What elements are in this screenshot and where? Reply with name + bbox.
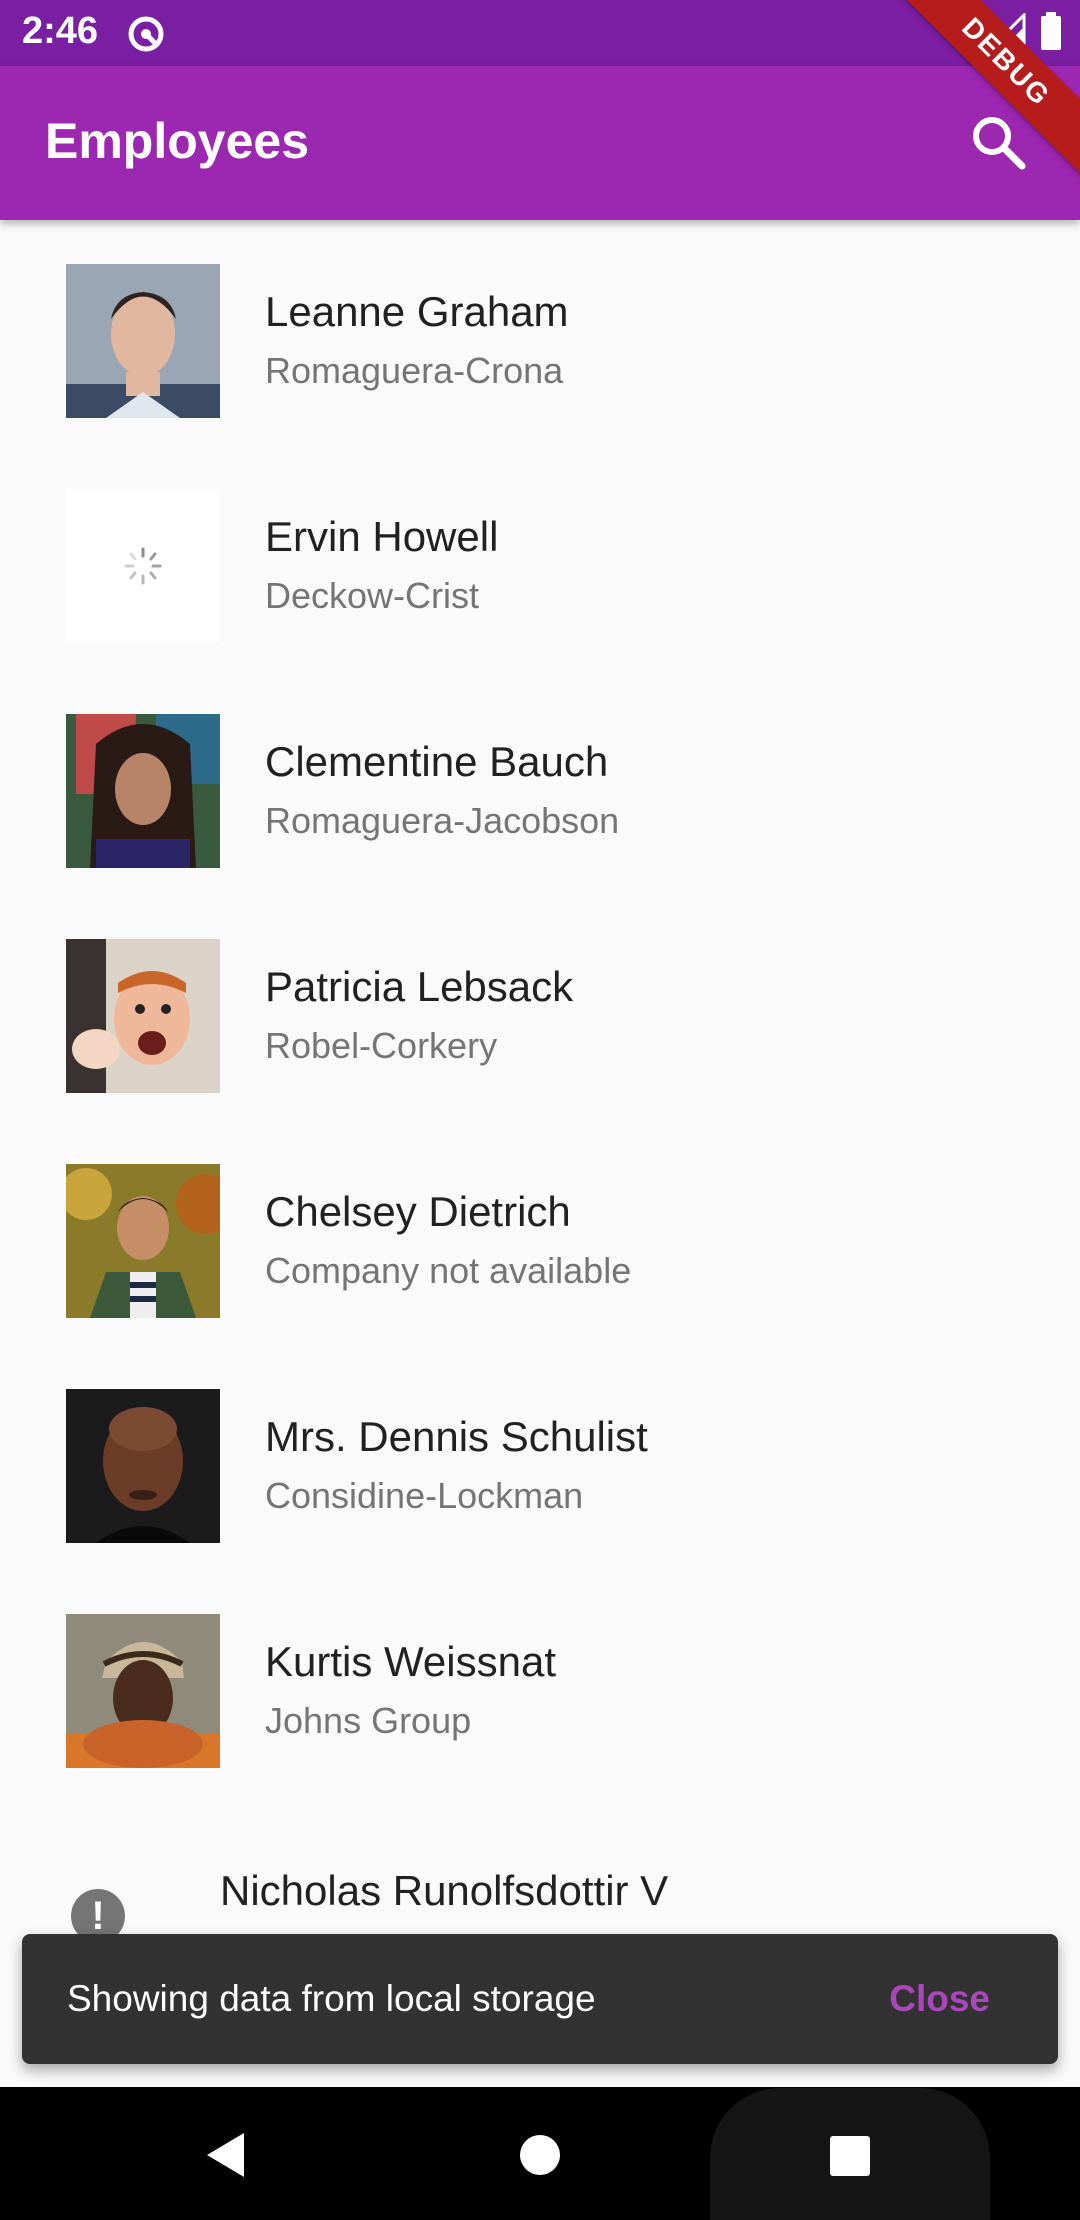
employee-name: Mrs. Dennis Schulist [265,1413,648,1460]
employee-company: Deckow-Crist [265,575,480,616]
avatar [66,939,220,1093]
sync-icon [128,16,164,52]
employee-company: Romaguera-Crona [265,350,564,391]
employee-company: Considine-Lockman [265,1475,584,1516]
employee-name: Ervin Howell [265,513,499,560]
search-icon[interactable] [966,110,1030,174]
list-item[interactable]: Ervin Howell Deckow-Crist [0,445,1080,670]
recents-icon[interactable] [828,2134,872,2178]
loading-spinner-icon [124,547,162,585]
avatar [66,1389,220,1543]
employee-name: Patricia Lebsack [265,963,574,1010]
snackbar-close-button[interactable]: Close [889,1978,990,2020]
list-item[interactable]: Leanne Graham Romaguera-Crona [0,220,1080,445]
avatar [66,1614,220,1768]
employee-company: Company not available [265,1250,632,1291]
back-icon[interactable] [204,2130,248,2180]
list-item[interactable]: Kurtis Weissnat Johns Group [0,1570,1080,1795]
employee-company: Johns Group [265,1700,472,1741]
avatar [66,1164,220,1318]
avatar [66,489,220,643]
employee-name: Kurtis Weissnat [265,1638,556,1685]
list-item[interactable]: Patricia Lebsack Robel-Corkery [0,895,1080,1120]
avatar [66,264,220,418]
battery-icon [1041,12,1061,50]
snackbar-message: Showing data from local storage [67,1978,596,2019]
employee-company: Romaguera-Jacobson [265,800,620,841]
employee-name: Leanne Graham [265,288,569,335]
app-bar: Employees [0,66,1080,220]
status-time: 2:46 [22,10,99,52]
employee-name: Nicholas Runolfsdottir V [220,1867,669,1914]
employee-company: Robel-Corkery [265,1025,498,1066]
employee-name: Chelsey Dietrich [265,1188,571,1235]
avatar [66,714,220,868]
home-icon[interactable] [519,2134,561,2176]
list-item[interactable]: Mrs. Dennis Schulist Considine-Lockman [0,1345,1080,1570]
page-title: Employees [45,113,310,169]
list-item[interactable]: Clementine Bauch Romaguera-Jacobson [0,670,1080,895]
employee-name: Clementine Bauch [265,738,609,785]
list-item[interactable]: Chelsey Dietrich Company not available [0,1120,1080,1345]
snackbar: Showing data from local storage Close [22,1934,1058,2064]
screen: 2:46 Employees DEBUG Leanne Graham Romag… [0,0,1080,2220]
